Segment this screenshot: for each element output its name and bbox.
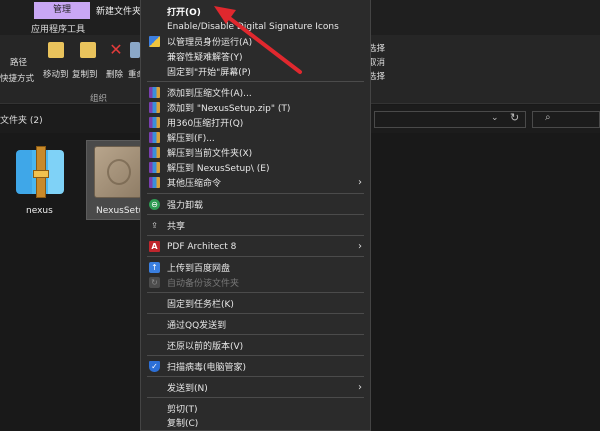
folder-copy-icon[interactable] <box>80 42 96 58</box>
uninstall-icon: ⊖ <box>149 199 160 210</box>
menu-item-label: 其他压缩命令 <box>167 179 222 189</box>
address-path[interactable]: 文件夹 (2) <box>0 113 43 126</box>
search-input[interactable] <box>532 111 600 128</box>
winrar-icon <box>149 162 160 173</box>
menu-item-send-qq[interactable]: 通过QQ发送到 <box>141 316 370 333</box>
menu-item-pdf-architect[interactable]: A PDF Architect 8 › <box>141 238 370 255</box>
menu-item-pin-taskbar[interactable]: 固定到任务栏(K) <box>141 295 370 312</box>
menu-separator <box>147 81 364 82</box>
menu-item-label: 解压到 NexusSetup\ (E) <box>167 164 270 174</box>
menu-separator <box>147 313 364 314</box>
menu-item-label: 通过QQ发送到 <box>167 321 227 331</box>
menu-item-label: 发送到(N) <box>167 384 208 394</box>
uac-shield-icon <box>149 36 160 47</box>
menu-item-force-uninstall[interactable]: ⊖ 强力卸载 <box>141 196 370 213</box>
menu-item-label: 兼容性疑难解答(Y) <box>167 53 243 63</box>
menu-item-label: PDF Architect 8 <box>167 241 237 252</box>
address-bar[interactable] <box>374 111 526 128</box>
menu-item-label: 自动备份该文件夹 <box>167 279 240 289</box>
shield-icon: ✓ <box>149 361 160 372</box>
menu-item-label: Enable/Disable Digital Signature Icons <box>167 21 339 32</box>
menu-item-label: 解压到(F)... <box>167 134 215 144</box>
menu-item-send-to[interactable]: 发送到(N) › <box>141 379 370 396</box>
pdf-architect-icon: A <box>149 241 160 252</box>
menu-separator <box>147 214 364 215</box>
winrar-icon <box>149 117 160 128</box>
menu-item-label: 以管理员身份运行(A) <box>167 38 253 48</box>
menu-item-label: 固定到任务栏(K) <box>167 300 234 310</box>
menu-item-label: 用360压缩打开(Q) <box>167 119 244 129</box>
winrar-archive-icon[interactable] <box>16 146 64 198</box>
chevron-down-icon[interactable]: ⌄ <box>491 113 499 123</box>
menu-item-label: 解压到当前文件夹(X) <box>167 149 253 159</box>
cloud-upload-icon: ↑ <box>149 262 160 273</box>
delete-icon[interactable]: ✕ <box>108 42 124 58</box>
winrar-icon <box>149 132 160 143</box>
chevron-right-icon: › <box>358 177 362 188</box>
menu-separator <box>147 193 364 194</box>
menu-item-label: 固定到"开始"屏幕(P) <box>167 68 251 78</box>
menu-item-label: 共享 <box>167 222 186 232</box>
delete-button[interactable]: 删除 <box>106 68 123 80</box>
ribbon-shortcut-label[interactable]: 快捷方式 <box>0 72 34 84</box>
ribbon-group-label: 组织 <box>90 94 108 104</box>
menu-item-label: 复制(C) <box>167 419 199 429</box>
file-name-nexus[interactable]: nexus <box>26 206 53 216</box>
tab-app-tools[interactable]: 应用程序工具 <box>31 22 85 35</box>
menu-item-label: 上传到百度网盘 <box>167 264 231 274</box>
ribbon-path-label[interactable]: 路径 <box>10 56 27 68</box>
menu-separator <box>147 397 364 398</box>
menu-item-pin-start[interactable]: 固定到"开始"屏幕(P) <box>141 63 370 80</box>
menu-item-label: 强力卸载 <box>167 201 204 211</box>
move-to-button[interactable]: 移动到 <box>43 68 69 80</box>
winrar-icon <box>149 87 160 98</box>
winrar-icon <box>149 102 160 113</box>
context-menu: 打开(O) Enable/Disable Digital Signature I… <box>140 0 371 431</box>
menu-separator <box>147 355 364 356</box>
menu-item-more-compress[interactable]: 其他压缩命令 › <box>141 174 370 191</box>
menu-item-scan-virus[interactable]: ✓ 扫描病毒(电脑管家) <box>141 358 370 375</box>
tab-manage[interactable]: 管理 <box>34 2 90 19</box>
rename-icon[interactable] <box>130 42 140 58</box>
menu-separator <box>147 235 364 236</box>
menu-item-share[interactable]: ⇪ 共享 <box>141 217 370 234</box>
search-icon[interactable]: ⌕ <box>545 112 551 123</box>
menu-item-label: 打开(O) <box>167 8 201 18</box>
winrar-icon <box>149 147 160 158</box>
menu-separator <box>147 256 364 257</box>
menu-item-label: 添加到压缩文件(A)... <box>167 89 252 99</box>
installer-box-icon[interactable] <box>94 146 142 198</box>
refresh-icon[interactable]: ↻ <box>510 111 519 124</box>
share-icon: ⇪ <box>151 221 158 230</box>
folder-move-icon[interactable] <box>48 42 64 58</box>
menu-separator <box>147 292 364 293</box>
menu-item-label: 扫描病毒(电脑管家) <box>167 363 247 373</box>
menu-item-copy[interactable]: 复制(C) <box>141 414 370 431</box>
chevron-right-icon: › <box>358 382 362 393</box>
menu-separator <box>147 334 364 335</box>
chevron-right-icon: › <box>358 241 362 252</box>
copy-to-button[interactable]: 复制到 <box>72 68 98 80</box>
menu-item-restore-versions[interactable]: 还原以前的版本(V) <box>141 337 370 354</box>
winrar-icon <box>149 177 160 188</box>
cloud-backup-icon: ↻ <box>149 277 160 288</box>
menu-item-label: 添加到 "NexusSetup.zip" (T) <box>167 104 291 114</box>
menu-item-auto-backup: ↻ 自动备份该文件夹 <box>141 274 370 291</box>
menu-separator <box>147 376 364 377</box>
menu-item-label: 还原以前的版本(V) <box>167 342 244 352</box>
